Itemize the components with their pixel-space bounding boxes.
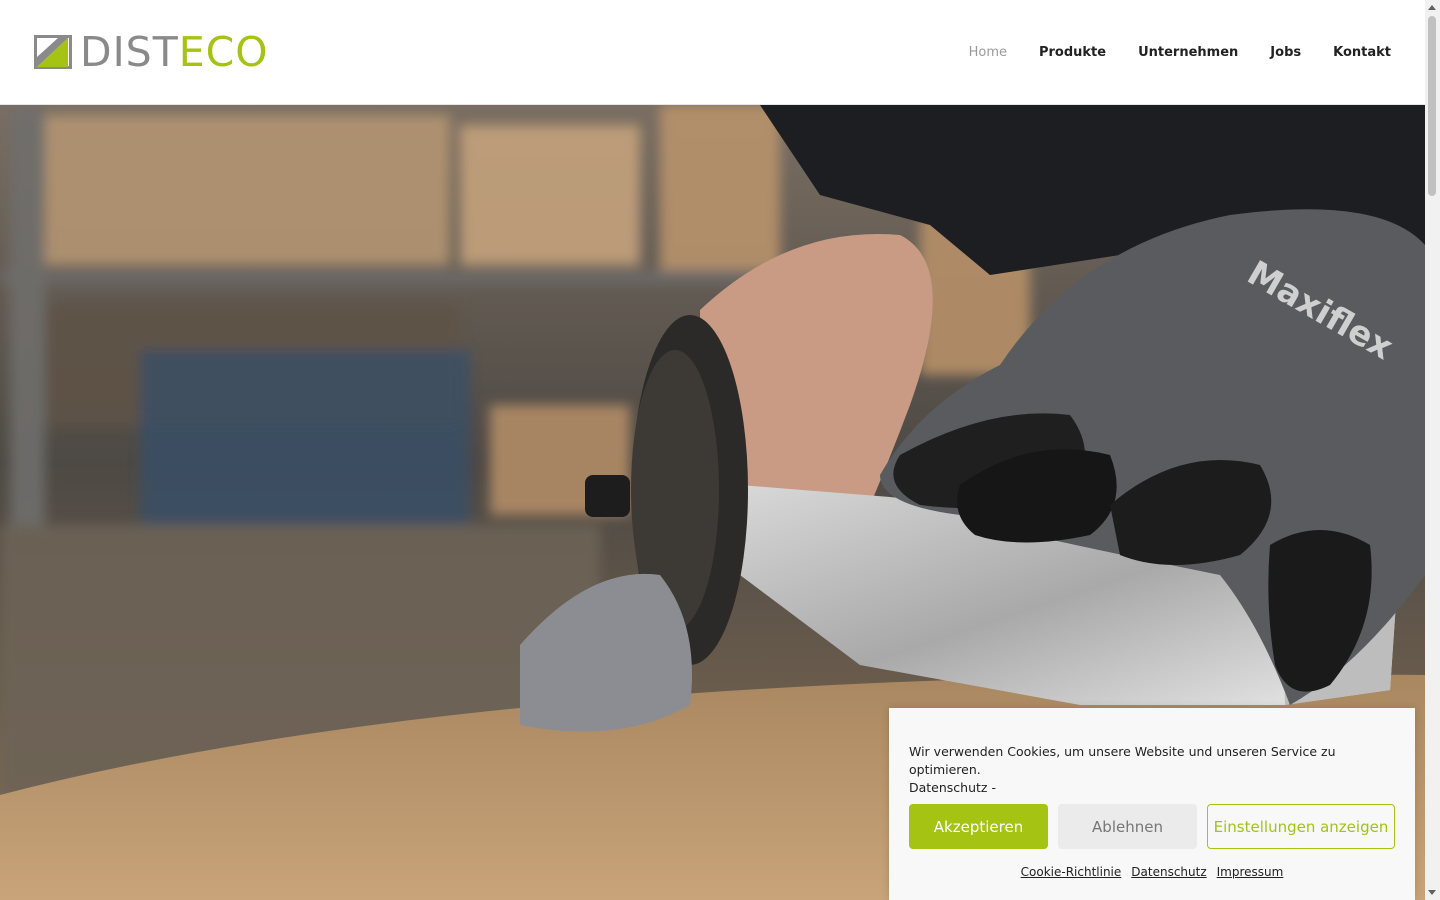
logo-text-eco: ECO	[178, 28, 269, 76]
privacy-link[interactable]: Datenschutz	[1131, 865, 1206, 879]
logo-text-dist: DIST	[80, 28, 179, 76]
logo-mark-icon	[34, 35, 72, 69]
cookie-banner: Wir verwenden Cookies, um unsere Website…	[889, 708, 1415, 900]
site-logo[interactable]: DISTECO	[34, 32, 269, 73]
cookie-message: Wir verwenden Cookies, um unsere Website…	[909, 743, 1389, 797]
main-navigation: Home Produkte Unternehmen Jobs Kontakt	[937, 0, 1391, 104]
imprint-link[interactable]: Impressum	[1217, 865, 1284, 879]
accept-cookies-button[interactable]: Akzeptieren	[909, 804, 1048, 849]
site-header: DISTECO Home Produkte Unternehmen Jobs K…	[0, 0, 1425, 105]
cookie-settings-button[interactable]: Einstellungen anzeigen	[1207, 804, 1395, 849]
logo-wordmark: DISTECO	[80, 32, 269, 73]
nav-item-kontakt[interactable]: Kontakt	[1333, 45, 1391, 60]
cookie-message-text: Wir verwenden Cookies, um unsere Website…	[909, 744, 1336, 777]
scroll-up-arrow-icon[interactable]	[1428, 5, 1436, 10]
nav-item-home[interactable]: Home	[969, 45, 1007, 60]
cookie-policy-link[interactable]: Cookie-Richtlinie	[1021, 865, 1122, 879]
scroll-thumb[interactable]	[1428, 16, 1436, 196]
scroll-down-arrow-icon[interactable]	[1428, 890, 1436, 895]
cookie-datenschutz-inline-link[interactable]: Datenschutz -	[909, 780, 996, 795]
nav-item-produkte[interactable]: Produkte	[1039, 45, 1106, 60]
nav-item-unternehmen[interactable]: Unternehmen	[1138, 45, 1238, 60]
deny-cookies-button[interactable]: Ablehnen	[1058, 804, 1197, 849]
page-scrollbar[interactable]	[1425, 0, 1440, 900]
nav-item-jobs[interactable]: Jobs	[1270, 45, 1301, 60]
cookie-footer-links: Cookie-Richtlinie Datenschutz Impressum	[889, 865, 1415, 879]
